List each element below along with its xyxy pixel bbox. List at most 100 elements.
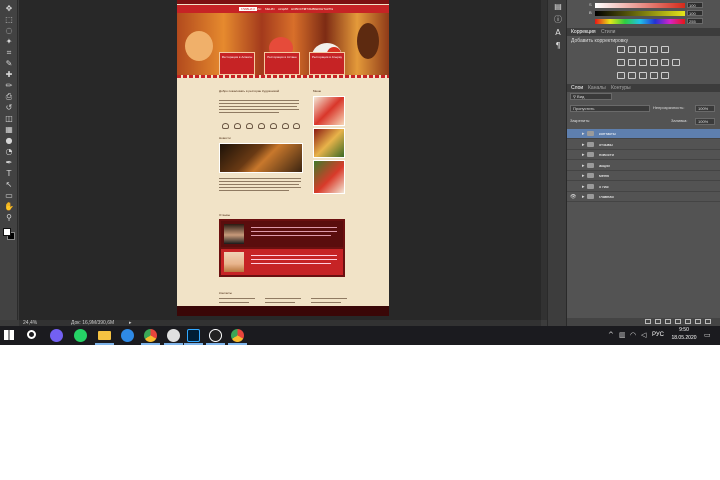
link-layers-icon[interactable] — [645, 319, 651, 324]
character-icon[interactable]: A — [553, 28, 563, 38]
history-icon[interactable]: ▤ — [553, 2, 563, 12]
layer-row[interactable]: ▸ отзывы — [567, 139, 720, 150]
hero-card-3[interactable]: Ресторация в Атырау — [309, 52, 345, 75]
hero-card-1[interactable]: Ресторация в Алматы — [219, 52, 255, 75]
tab-styles[interactable]: Стили — [601, 29, 615, 35]
wifi-icon[interactable]: ◠ — [630, 331, 636, 340]
expand-arrow-icon[interactable]: ▸ — [582, 173, 585, 179]
layer-row[interactable]: ▸ акции — [567, 160, 720, 171]
selective-color-icon[interactable] — [661, 72, 669, 79]
expand-arrow-icon[interactable]: ▸ — [582, 163, 585, 169]
site-nav-item[interactable]: О НАС — [252, 7, 261, 11]
chrome-2-icon[interactable] — [231, 329, 244, 342]
site-nav-item[interactable]: ОТЗЫВЫ — [304, 7, 317, 11]
foreground-color-swatch[interactable] — [3, 228, 11, 236]
layer-filter-select[interactable]: ⚲ Вид — [570, 93, 612, 100]
visibility-eye-icon[interactable]: 👁 — [570, 194, 576, 200]
color-balance-icon[interactable] — [628, 59, 636, 66]
eyedropper-icon[interactable]: ✎ — [3, 59, 15, 69]
photoshop-icon[interactable] — [187, 329, 200, 342]
site-nav-item[interactable]: МЕНЮ — [265, 7, 275, 11]
hand-icon[interactable]: ✋ — [3, 202, 15, 212]
new-layer-icon[interactable] — [695, 319, 701, 324]
layer-row[interactable]: 👁 ▸ главная — [567, 192, 720, 202]
color-value-input[interactable]: 255 — [687, 18, 703, 24]
blur-icon[interactable]: ● — [3, 136, 15, 146]
expand-arrow-icon[interactable]: ▸ — [582, 184, 585, 190]
move-icon[interactable]: ✥ — [3, 4, 15, 14]
chrome-icon[interactable] — [144, 329, 157, 342]
clock-date[interactable]: 18.05.2020 — [668, 335, 700, 342]
color-value-input[interactable]: 100 — [687, 2, 703, 8]
eraser-icon[interactable]: ◫ — [3, 114, 15, 124]
path-select-icon[interactable]: ↖ — [3, 180, 15, 190]
canvas-area[interactable]: ГЛАВНАЯ О НАС МЕНЮ АКЦИИ НОВОСТИ ОТЗЫВЫ КОНТАК… — [19, 0, 541, 320]
file-explorer-icon[interactable] — [98, 331, 111, 340]
clock-time[interactable]: 9:50 — [668, 327, 700, 334]
dodge-icon[interactable]: ◔ — [3, 147, 15, 157]
pen-icon[interactable]: ✒ — [3, 158, 15, 168]
search-icon[interactable] — [27, 330, 36, 339]
channel-mixer-icon[interactable] — [661, 59, 669, 66]
color-slider[interactable] — [595, 19, 685, 24]
network-icon[interactable]: ▥ — [619, 331, 626, 340]
history-brush-icon[interactable]: ↺ — [3, 103, 15, 113]
viber-icon[interactable] — [50, 329, 63, 342]
gradient-icon[interactable]: ▦ — [3, 125, 15, 135]
site-nav-item[interactable]: АКЦИИ — [278, 7, 288, 11]
tab-adjustments[interactable]: Коррекция — [571, 29, 596, 35]
vibrance-icon[interactable] — [661, 46, 669, 53]
menu-thumb-3[interactable] — [313, 160, 345, 194]
black-white-icon[interactable] — [639, 59, 647, 66]
layer-row[interactable]: ▸ меню — [567, 171, 720, 181]
type-icon[interactable]: T — [3, 169, 15, 179]
paragraph-icon[interactable]: ¶ — [553, 41, 563, 51]
layer-row[interactable]: ▸ о нас — [567, 181, 720, 192]
heal-icon[interactable]: ✚ — [3, 70, 15, 80]
lasso-icon[interactable]: ◌ — [3, 26, 15, 36]
whatsapp-icon[interactable] — [74, 329, 87, 342]
opacity-input[interactable]: 100% — [695, 105, 715, 112]
info-icon[interactable]: ⓘ — [553, 15, 563, 25]
color-slider[interactable] — [595, 11, 685, 16]
edge-icon[interactable] — [121, 329, 134, 342]
stamp-icon[interactable]: ⎙ — [3, 92, 15, 102]
layer-row[interactable]: ▸ новости — [567, 150, 720, 160]
color-slider[interactable] — [595, 3, 685, 8]
expand-arrow-icon[interactable]: ▸ — [582, 142, 585, 148]
marquee-icon[interactable]: ⬚ — [3, 15, 15, 25]
layer-style-icon[interactable] — [655, 319, 661, 324]
notifications-icon[interactable]: ▭ — [704, 331, 711, 340]
volume-icon[interactable]: ◁ — [641, 331, 646, 340]
brightness-icon[interactable] — [617, 46, 625, 53]
menu-thumb-2[interactable] — [313, 128, 345, 158]
gradient-map-icon[interactable] — [650, 72, 658, 79]
shape-icon[interactable]: ▭ — [3, 191, 15, 201]
brush-icon[interactable]: ✏ — [3, 81, 15, 91]
layer-mask-icon[interactable] — [665, 319, 671, 324]
hero-card-2[interactable]: Ресторация в Астане — [264, 52, 300, 75]
photo-filter-icon[interactable] — [650, 59, 658, 66]
hue-saturation-icon[interactable] — [617, 59, 625, 66]
inkscape-icon[interactable] — [167, 329, 180, 342]
invert-icon[interactable] — [617, 72, 625, 79]
adjustment-layer-icon[interactable] — [675, 319, 681, 324]
exposure-icon[interactable] — [650, 46, 658, 53]
language-indicator[interactable]: РУС — [652, 330, 664, 340]
posterize-icon[interactable] — [628, 72, 636, 79]
expand-arrow-icon[interactable]: ▸ — [582, 152, 585, 158]
menu-thumb-1[interactable] — [313, 96, 345, 126]
fill-input[interactable]: 100% — [695, 118, 715, 125]
expand-arrow-icon[interactable]: ▸ — [582, 131, 585, 137]
zoom-icon[interactable]: ⚲ — [3, 213, 15, 223]
expand-arrow-icon[interactable]: ▸ — [582, 194, 585, 200]
crop-icon[interactable]: ⌗ — [3, 48, 15, 58]
info-app-icon[interactable] — [209, 329, 222, 342]
threshold-icon[interactable] — [639, 72, 647, 79]
new-group-icon[interactable] — [685, 319, 691, 324]
color-value-input[interactable]: 100 — [687, 10, 703, 16]
layer-row[interactable]: ▸ контакты — [567, 129, 720, 139]
site-nav-item[interactable]: КОНТАКТЫ — [317, 7, 333, 11]
tray-chevron-icon[interactable]: ^ — [608, 331, 614, 340]
document-canvas[interactable]: ГЛАВНАЯ О НАС МЕНЮ АКЦИИ НОВОСТИ ОТЗЫВЫ КОНТАК… — [177, 0, 389, 316]
